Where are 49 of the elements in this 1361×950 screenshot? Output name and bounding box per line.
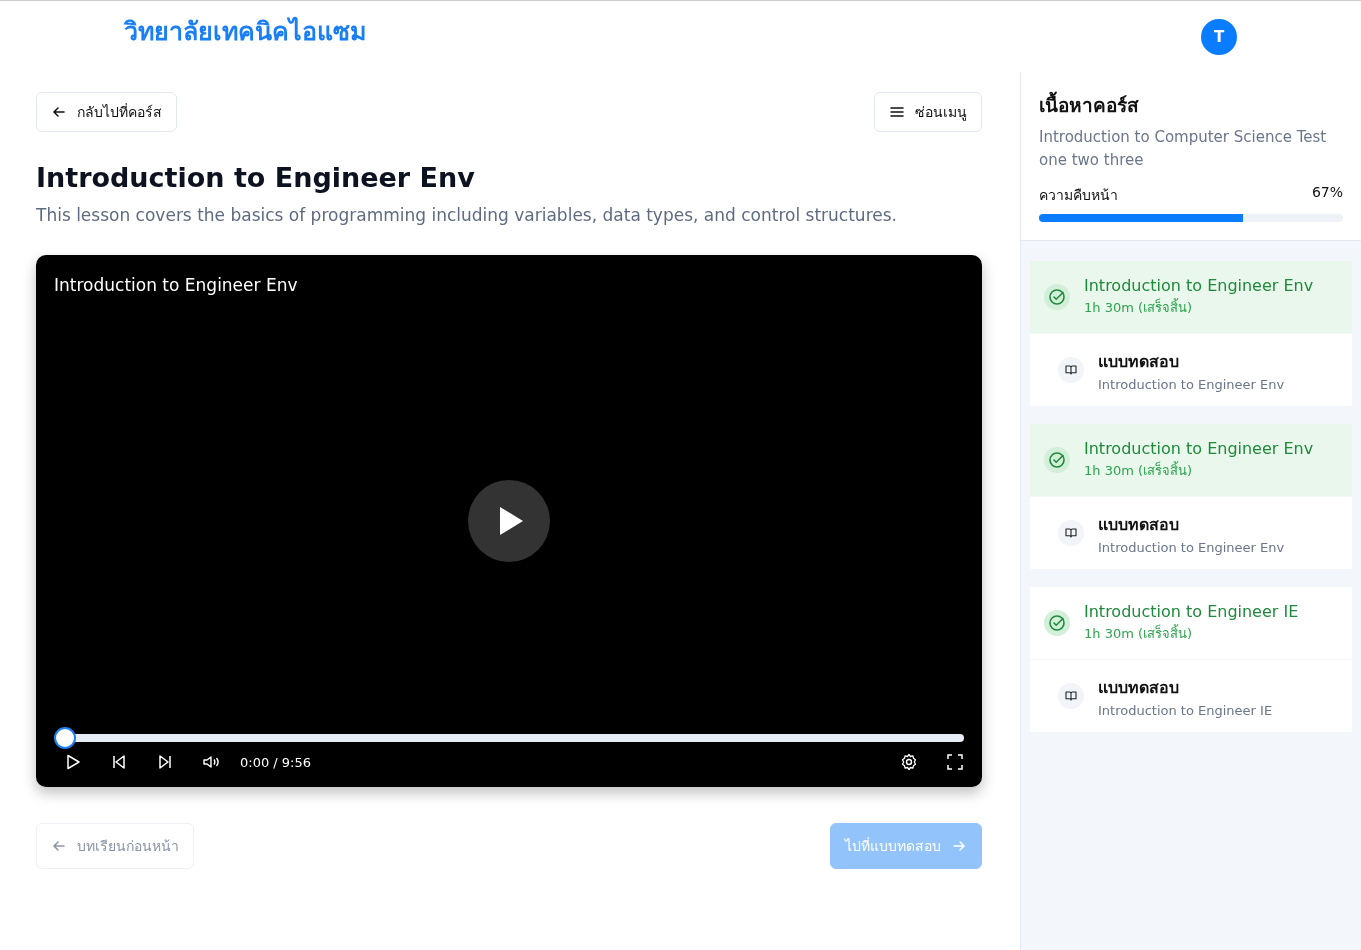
arrow-right-icon — [951, 838, 967, 854]
back-button[interactable]: กลับไปที่คอร์ส — [36, 92, 177, 132]
progress-value: 67% — [1311, 184, 1343, 202]
quiz-title: แบบทดสอบ — [1098, 513, 1180, 536]
seek-bar[interactable] — [54, 727, 964, 749]
course-name: Introduction to Computer Science Test one two three — [1039, 127, 1328, 171]
user-avatar[interactable]: T — [1201, 18, 1237, 55]
sidebar-heading: เนื้อหาคอร์ส — [1039, 90, 1343, 120]
quiz-title: แบบทดสอบ — [1098, 676, 1180, 699]
lesson-title: Introduction to Engineer Env — [36, 162, 476, 193]
brand-title[interactable]: วิทยาลัยเทคนิคไอแซม — [124, 10, 366, 51]
volume-icon[interactable] — [202, 753, 220, 771]
quiz-item[interactable]: แบบทดสอบ Introduction to Engineer Env — [1030, 334, 1352, 406]
arrow-left-icon — [51, 104, 67, 120]
lesson-duration: 1h 30m (เสร็จสิ้น) — [1084, 623, 1194, 643]
arrow-left-icon — [51, 838, 67, 854]
seek-handle[interactable] — [54, 727, 76, 749]
quiz-item[interactable]: แบบทดสอบ Introduction to Engineer Env — [1030, 497, 1352, 569]
quiz-item[interactable]: แบบทดสอบ Introduction to Engineer IE — [1030, 660, 1352, 732]
book-icon — [1058, 357, 1084, 383]
quiz-lesson: Introduction to Engineer IE — [1098, 702, 1273, 718]
lesson-duration: 1h 30m (เสร็จสิ้น) — [1084, 460, 1194, 480]
lesson-title: Introduction to Engineer Env — [1084, 276, 1314, 295]
skip-back-icon[interactable] — [110, 753, 128, 771]
video-time: 0:00 / 9:56 — [240, 754, 312, 770]
book-icon — [1058, 683, 1084, 709]
menu-icon — [889, 104, 905, 120]
check-circle-icon — [1044, 610, 1070, 636]
skip-forward-icon[interactable] — [156, 753, 174, 771]
quiz-title: แบบทดสอบ — [1098, 350, 1180, 373]
quiz-lesson: Introduction to Engineer Env — [1098, 539, 1285, 555]
play-icon[interactable] — [468, 480, 550, 562]
check-circle-icon — [1044, 447, 1070, 473]
video-title: Introduction to Engineer Env — [54, 275, 298, 295]
settings-icon[interactable] — [900, 753, 918, 771]
quiz-lesson: Introduction to Engineer Env — [1098, 376, 1285, 392]
fullscreen-icon[interactable] — [946, 753, 964, 771]
check-circle-icon — [1044, 284, 1070, 310]
hide-menu-button[interactable]: ซ่อนเมนู — [874, 92, 982, 132]
lesson-item[interactable]: Introduction to Engineer Env 1h 30m (เสร็จสิ้น) — [1030, 424, 1352, 496]
lesson-title: Introduction to Engineer Env — [1084, 439, 1314, 458]
lesson-duration: 1h 30m (เสร็จสิ้น) — [1084, 297, 1194, 317]
progress-label: ความคืบหน้า — [1039, 186, 1118, 205]
book-icon — [1058, 520, 1084, 546]
lesson-item[interactable]: Introduction to Engineer Env 1h 30m (เสร็จสิ้น) — [1030, 261, 1352, 333]
play-icon[interactable] — [64, 753, 82, 771]
lesson-description: This lesson covers the basics of programming including variables, data types, and control structures. — [36, 205, 898, 225]
lesson-item[interactable]: Introduction to Engineer IE 1h 30m (เสร็จสิ้น) — [1030, 587, 1352, 659]
lesson-title: Introduction to Engineer IE — [1084, 602, 1299, 621]
